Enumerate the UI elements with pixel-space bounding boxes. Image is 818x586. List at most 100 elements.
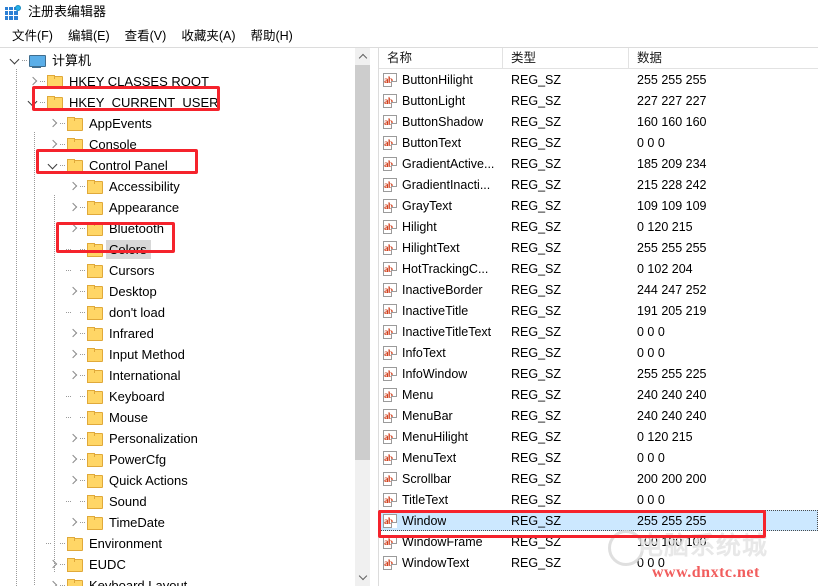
tree-item-console[interactable]: Console	[0, 134, 370, 155]
scroll-up-button[interactable]	[355, 48, 370, 65]
tree-item-mouse[interactable]: Mouse	[0, 407, 370, 428]
menu-favorites[interactable]: 收藏夹(A)	[175, 27, 244, 46]
registry-tree-panel[interactable]: 计算机HKEY CLASSES ROOTHKEY_CURRENT_USERApp…	[0, 48, 370, 586]
menu-edit[interactable]: 编辑(E)	[62, 27, 119, 46]
tree-item-hkey-current-user[interactable]: HKEY_CURRENT_USER	[0, 92, 370, 113]
chevron-down-icon[interactable]	[26, 92, 40, 113]
value-row[interactable]: InfoTextREG_SZ0 0 0	[379, 342, 818, 363]
value-name-cell: WindowFrame	[379, 533, 503, 551]
tree-item-don-t-load[interactable]: don't load	[0, 302, 370, 323]
tree-item-bluetooth[interactable]: Bluetooth	[0, 218, 370, 239]
tree-item-appearance[interactable]: Appearance	[0, 197, 370, 218]
tree-item-cursors[interactable]: Cursors	[0, 260, 370, 281]
tree-item-desktop[interactable]: Desktop	[0, 281, 370, 302]
value-row[interactable]: GrayTextREG_SZ109 109 109	[379, 195, 818, 216]
value-row[interactable]: MenuBarREG_SZ240 240 240	[379, 405, 818, 426]
value-row[interactable]: InactiveTitleREG_SZ191 205 219	[379, 300, 818, 321]
panel-splitter[interactable]	[370, 48, 378, 586]
value-row[interactable]: HotTrackingC...REG_SZ0 102 204	[379, 258, 818, 279]
value-name: InfoText	[402, 344, 446, 362]
value-row[interactable]: ButtonShadowREG_SZ160 160 160	[379, 111, 818, 132]
chevron-right-icon[interactable]	[66, 281, 80, 302]
chevron-right-icon[interactable]	[66, 428, 80, 449]
chevron-right-icon[interactable]	[66, 197, 80, 218]
value-row[interactable]: ButtonTextREG_SZ0 0 0	[379, 132, 818, 153]
chevron-right-icon[interactable]	[46, 134, 60, 155]
column-header-type[interactable]: 类型	[503, 48, 629, 69]
value-row[interactable]: InactiveTitleTextREG_SZ0 0 0	[379, 321, 818, 342]
chevron-right-icon[interactable]	[66, 470, 80, 491]
tree-item-accessibility[interactable]: Accessibility	[0, 176, 370, 197]
tree-item-label: don't load	[106, 303, 169, 322]
tree-item-timedate[interactable]: TimeDate	[0, 512, 370, 533]
tree-item-eudc[interactable]: EUDC	[0, 554, 370, 575]
value-type: REG_SZ	[503, 197, 629, 215]
tree-item-label: Cursors	[106, 261, 159, 280]
chevron-right-icon[interactable]	[46, 575, 60, 586]
registry-editor-window: 注册表编辑器 文件(F) 编辑(E) 查看(V) 收藏夹(A) 帮助(H) 计算…	[0, 0, 818, 586]
tree-connector	[80, 260, 87, 281]
list-header: 名称 类型 数据	[379, 48, 818, 69]
tree-item-hkey-classes-root[interactable]: HKEY CLASSES ROOT	[0, 71, 370, 92]
chevron-right-icon[interactable]	[46, 554, 60, 575]
column-header-name[interactable]: 名称	[379, 48, 503, 69]
tree-item-input-method[interactable]: Input Method	[0, 344, 370, 365]
value-name: ButtonText	[402, 134, 461, 152]
value-row[interactable]: TitleTextREG_SZ0 0 0	[379, 489, 818, 510]
tree-item-international[interactable]: International	[0, 365, 370, 386]
tree-item-personalization[interactable]: Personalization	[0, 428, 370, 449]
value-row[interactable]: HilightTextREG_SZ255 255 255	[379, 237, 818, 258]
value-row[interactable]: ButtonHilightREG_SZ255 255 255	[379, 69, 818, 90]
chevron-right-icon[interactable]	[66, 218, 80, 239]
value-name-cell: MenuHilight	[379, 428, 503, 446]
tree-scrollbar[interactable]	[354, 48, 370, 586]
chevron-right-icon[interactable]	[66, 344, 80, 365]
scroll-down-button[interactable]	[355, 569, 370, 586]
value-row[interactable]: GradientActive...REG_SZ185 209 234	[379, 153, 818, 174]
menu-help[interactable]: 帮助(H)	[244, 27, 301, 46]
menu-file[interactable]: 文件(F)	[6, 27, 62, 46]
string-value-icon	[383, 535, 397, 549]
tree-item-quick-actions[interactable]: Quick Actions	[0, 470, 370, 491]
scrollbar-thumb[interactable]	[355, 65, 370, 460]
value-row[interactable]: MenuTextREG_SZ0 0 0	[379, 447, 818, 468]
tree-item-colors[interactable]: Colors	[0, 239, 370, 260]
tree-item-infrared[interactable]: Infrared	[0, 323, 370, 344]
value-row[interactable]: MenuREG_SZ240 240 240	[379, 384, 818, 405]
value-row[interactable]: WindowTextREG_SZ0 0 0	[379, 552, 818, 573]
tree-item-sound[interactable]: Sound	[0, 491, 370, 512]
string-value-icon	[383, 73, 397, 87]
value-row[interactable]: ScrollbarREG_SZ200 200 200	[379, 468, 818, 489]
value-row[interactable]: GradientInacti...REG_SZ215 228 242	[379, 174, 818, 195]
value-row[interactable]: ButtonLightREG_SZ227 227 227	[379, 90, 818, 111]
value-name: Menu	[402, 386, 433, 404]
tree-item-powercfg[interactable]: PowerCfg	[0, 449, 370, 470]
chevron-right-icon[interactable]	[66, 176, 80, 197]
chevron-down-icon[interactable]	[8, 50, 22, 71]
value-row[interactable]: MenuHilightREG_SZ0 120 215	[379, 426, 818, 447]
tree-item-control-panel[interactable]: Control Panel	[0, 155, 370, 176]
chevron-right-icon[interactable]	[66, 449, 80, 470]
tree-item-[interactable]: 计算机	[0, 50, 370, 71]
chevron-right-icon[interactable]	[66, 365, 80, 386]
tree-connector	[66, 260, 80, 281]
value-row[interactable]: WindowREG_SZ255 255 255	[379, 510, 818, 531]
chevron-right-icon[interactable]	[66, 323, 80, 344]
tree-item-keyboard-layout[interactable]: Keyboard Layout	[0, 575, 370, 586]
chevron-right-icon[interactable]	[46, 113, 60, 134]
value-row[interactable]: InfoWindowREG_SZ255 255 225	[379, 363, 818, 384]
chevron-down-icon[interactable]	[46, 155, 60, 176]
menu-view[interactable]: 查看(V)	[119, 27, 176, 46]
chevron-right-icon[interactable]	[66, 512, 80, 533]
value-data: 109 109 109	[629, 197, 818, 215]
tree-item-keyboard[interactable]: Keyboard	[0, 386, 370, 407]
column-header-data[interactable]: 数据	[629, 48, 818, 69]
value-row[interactable]: WindowFrameREG_SZ100 100 100	[379, 531, 818, 552]
chevron-right-icon[interactable]	[26, 71, 40, 92]
registry-values-panel[interactable]: 名称 类型 数据 ButtonHilightREG_SZ255 255 255B…	[378, 48, 818, 586]
tree-item-appevents[interactable]: AppEvents	[0, 113, 370, 134]
folder-icon	[87, 516, 102, 529]
value-row[interactable]: HilightREG_SZ0 120 215	[379, 216, 818, 237]
tree-item-environment[interactable]: Environment	[0, 533, 370, 554]
value-row[interactable]: InactiveBorderREG_SZ244 247 252	[379, 279, 818, 300]
